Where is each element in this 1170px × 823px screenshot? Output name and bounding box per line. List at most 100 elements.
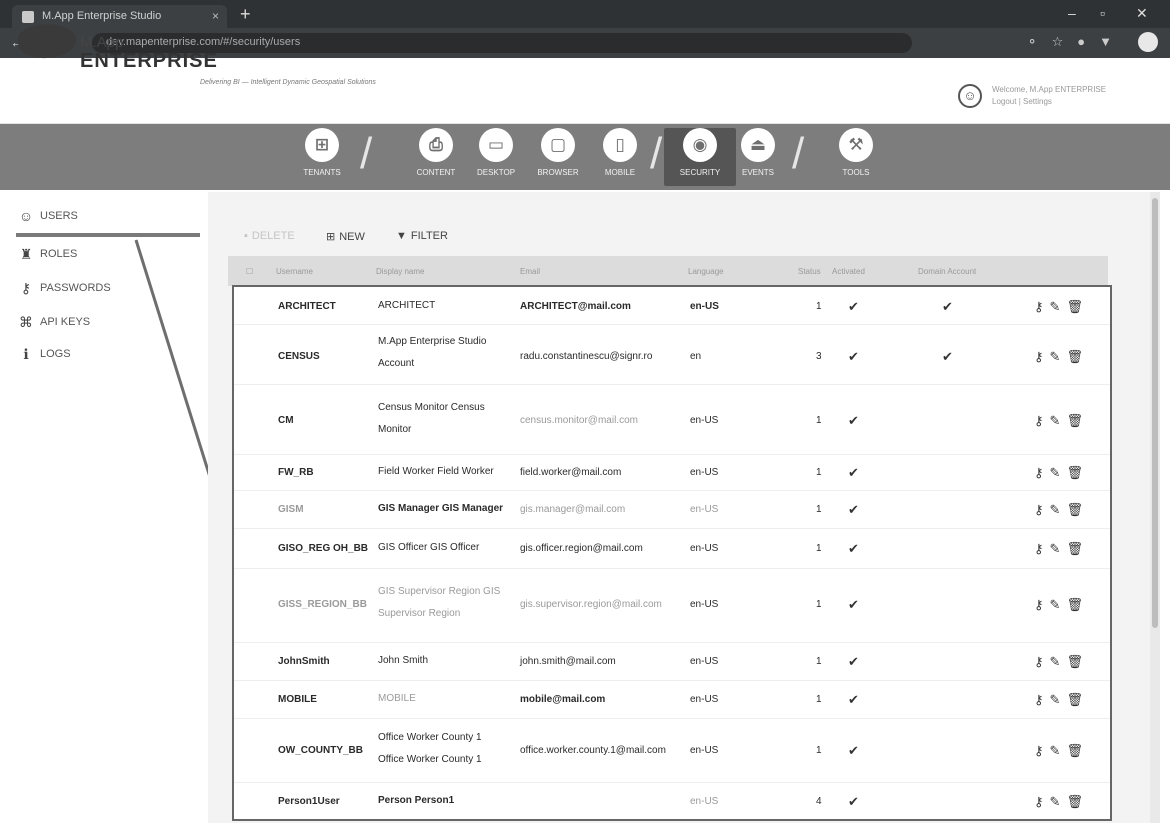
key-icon[interactable]: ⚷ [1034, 299, 1050, 314]
key-icon[interactable]: ⚷ [1034, 692, 1050, 707]
column-header[interactable]: Email [520, 267, 540, 276]
delete-button[interactable]: ▪ DELETE [244, 230, 295, 242]
trash-icon[interactable]: 🗑 [1066, 692, 1089, 707]
edit-icon[interactable]: ✎ [1050, 299, 1067, 314]
user-circle-icon: ☺ [18, 208, 34, 224]
table-row[interactable]: MOBILE MOBILE mobile@mail.com en-US 1 ✔ … [234, 681, 1110, 719]
trash-icon: ▪ [244, 230, 248, 242]
trash-icon[interactable]: 🗑 [1066, 743, 1089, 758]
cell-status: 1 [816, 301, 822, 312]
key-icon[interactable]: ⚷ [1034, 541, 1050, 556]
cell-email: radu.constantinescu@signr.ro [520, 351, 653, 362]
key-icon[interactable]: ⚷ [1034, 502, 1050, 517]
sidebar-item-users[interactable]: ☺ USERS [16, 206, 196, 230]
activated-check-icon: ✔ [848, 349, 859, 364]
trash-icon[interactable]: 🗑 [1066, 349, 1089, 364]
column-header[interactable]: Username [276, 267, 313, 276]
key-icon[interactable]: ⚷ [1034, 794, 1050, 809]
trash-icon[interactable]: 🗑 [1066, 413, 1089, 428]
cell-status: 1 [816, 543, 822, 554]
trash-icon[interactable]: 🗑 [1066, 465, 1089, 480]
key-icon[interactable]: ⚷ [1034, 413, 1050, 428]
trash-icon[interactable]: 🗑 [1066, 597, 1089, 612]
separator-slash: / [360, 129, 373, 178]
new-item-icon: ⊞ [326, 231, 336, 243]
table-row[interactable]: FW_RB Field Worker Field Worker field.wo… [234, 455, 1110, 491]
edit-icon[interactable]: ✎ [1050, 541, 1067, 556]
edit-icon[interactable]: ✎ [1050, 502, 1067, 517]
minimize-icon[interactable]: – [1068, 5, 1076, 21]
cell-email: john.smith@mail.com [520, 656, 616, 667]
trash-icon[interactable]: 🗑 [1066, 299, 1089, 314]
table-row[interactable]: GISM GIS Manager GIS Manager gis.manager… [234, 491, 1110, 529]
user-shield-icon: ◉ [683, 128, 717, 162]
module-bar: ⊞ TENANTS / ⎙ CONTENT ▭ DESKTOP ▢ BROWSE… [0, 124, 1170, 190]
column-header[interactable]: Language [688, 267, 724, 276]
new-tab-icon[interactable]: + [240, 4, 251, 25]
module-mobile[interactable]: ▯ MOBILE [584, 128, 656, 186]
brand-name: ENTERPRISE [80, 50, 218, 72]
close-tab-icon[interactable]: × [212, 9, 219, 23]
table-row[interactable]: GISS_REGION_BB GIS Supervisor Region GIS… [234, 569, 1110, 643]
maximize-icon[interactable]: ▫ [1100, 5, 1105, 21]
browser-tab-title: M.App Enterprise Studio [42, 10, 162, 22]
table-row[interactable]: OW_COUNTY_BB Office Worker County 1 Offi… [234, 719, 1110, 783]
edit-icon[interactable]: ✎ [1050, 692, 1067, 707]
cell-display-name: MOBILE [378, 693, 416, 704]
column-header[interactable]: Domain Account [918, 267, 976, 276]
cell-username: ARCHITECT [278, 301, 336, 312]
edit-icon[interactable]: ✎ [1050, 413, 1067, 428]
edit-icon[interactable]: ✎ [1050, 597, 1067, 612]
table-row[interactable]: CENSUS M.App Enterprise Studio Account r… [234, 325, 1110, 385]
favicon-icon [22, 11, 34, 23]
module-events[interactable]: ⏏ EVENTS [722, 128, 794, 186]
scrollbar-thumb[interactable] [1152, 198, 1158, 628]
trash-icon[interactable]: 🗑 [1066, 654, 1089, 669]
filter-button[interactable]: ▼ FILTER [396, 230, 448, 242]
column-header[interactable]: Display name [376, 267, 424, 276]
activated-check-icon: ✔ [848, 541, 859, 556]
key-icon[interactable]: ⚷ [1034, 465, 1050, 480]
cell-status: 1 [816, 656, 822, 667]
user-welcome: Welcome, M.App ENTERPRISE [992, 85, 1107, 94]
trash-icon[interactable]: 🗑 [1066, 541, 1089, 556]
key-icon[interactable]: ⚷ [1034, 349, 1050, 364]
cell-display-name: GIS Manager GIS Manager [378, 503, 504, 514]
edit-icon[interactable]: ✎ [1050, 654, 1067, 669]
table-row[interactable]: GISO_REG OH_BB GIS Officer GIS Officer g… [234, 529, 1110, 569]
column-header[interactable]: Activated [832, 267, 865, 276]
new-button[interactable]: ⊞ NEW [326, 230, 365, 243]
user-info: Welcome, M.App ENTERPRISE Logout | Setti… [992, 84, 1106, 108]
window-close-icon[interactable]: ✕ [1136, 5, 1148, 22]
select-all-checkbox[interactable]: ☐ [246, 267, 253, 276]
trash-icon[interactable]: 🗑 [1066, 502, 1089, 517]
trash-icon[interactable]: 🗑 [1066, 794, 1089, 809]
cell-email: census.monitor@mail.com [520, 415, 638, 426]
table-row[interactable]: CM Census Monitor Census Monitor census.… [234, 385, 1110, 455]
cell-language: en [690, 351, 702, 362]
module-tenants[interactable]: ⊞ TENANTS [286, 128, 358, 186]
table-row[interactable]: JohnSmith John Smith john.smith@mail.com… [234, 643, 1110, 681]
key-icon[interactable]: ⚷ [1034, 743, 1050, 758]
user-avatar-icon[interactable]: ☺ [958, 84, 982, 108]
edit-icon[interactable]: ✎ [1050, 465, 1067, 480]
module-tools[interactable]: ⚒ TOOLS [820, 128, 892, 186]
browser-extension-icons[interactable]: ⚬☆●▼ [1027, 34, 1126, 50]
key-icon[interactable]: ⚷ [1034, 654, 1050, 669]
cell-display-name: M.App Enterprise Studio Account [378, 336, 487, 369]
edit-icon[interactable]: ✎ [1050, 349, 1067, 364]
filter-label: FILTER [410, 230, 448, 242]
cell-username: CENSUS [278, 351, 320, 362]
browser-profile-icon[interactable] [1138, 32, 1158, 52]
user-links[interactable]: Logout | Settings [992, 96, 1106, 108]
cell-language: en-US [690, 543, 719, 554]
edit-icon[interactable]: ✎ [1050, 743, 1067, 758]
edit-icon[interactable]: ✎ [1050, 794, 1067, 809]
column-header[interactable]: Status [798, 267, 821, 276]
cell-language: en-US [690, 301, 719, 312]
browser-window-icon: ▢ [541, 128, 575, 162]
sidebar-item-label: ROLES [40, 248, 78, 260]
table-row[interactable]: ARCHITECT ARCHITECT ARCHITECT@mail.com e… [234, 287, 1110, 325]
key-icon[interactable]: ⚷ [1034, 597, 1050, 612]
table-row[interactable]: Person1User Person Person1 en-US 4 ✔ ⚷✎🗑 [234, 783, 1110, 821]
